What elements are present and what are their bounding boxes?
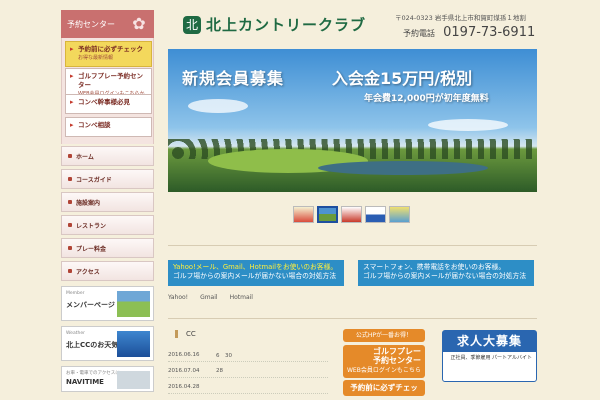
slide-thumbnails <box>293 206 410 223</box>
member-page-banner[interactable]: Member メンバーページ <box>61 286 154 321</box>
divider <box>168 245 537 246</box>
notice-line1: スマートフォン、携帯電話をお使いのお客様。 <box>363 263 506 271</box>
news-date: 2016.07.04 <box>168 367 200 374</box>
news-title: CC <box>175 330 196 338</box>
divider <box>168 318 537 319</box>
address: 〒024-0323 岩手県北上市和賀町煤孫１地割 <box>395 14 526 22</box>
hero-fee: 入会金15万円/税別 <box>332 69 473 88</box>
slide-thumb-3[interactable] <box>341 206 362 223</box>
sidebar-header: 予約センター ✿ <box>61 10 154 38</box>
pc-mail-notice[interactable]: Yahoo!メール、Gmail、Hotmailをお使いのお客様。 ゴルフ場からの… <box>168 260 344 286</box>
menu-item-course-guide[interactable]: コースガイド <box>61 169 154 189</box>
news-item[interactable]: 2016.06.16 6 30 <box>168 348 328 362</box>
golf-banner-title: ゴルフプレー予約センター <box>373 347 421 365</box>
logo-mark-icon: 北 <box>183 15 201 34</box>
weather-icon <box>117 331 150 357</box>
map-thumbnail <box>117 371 150 389</box>
banner-title: 北上CCのお天気 <box>66 341 119 349</box>
reservation-phone: 予約電話 0197-73-6911 <box>403 25 535 40</box>
sidebar-header-label: 予約センター <box>67 19 115 29</box>
recruitment-banner[interactable]: 求人大募集 正社員、季節雇用 パートアルバイト <box>442 330 537 382</box>
navitime-banner[interactable]: お車・電車でのアクセスに NAVITIME <box>61 366 154 392</box>
menu-item-restaurant[interactable]: レストラン <box>61 215 154 235</box>
logo-text: 北上カントリークラブ <box>206 16 367 34</box>
menu-item-facilities[interactable]: 施設案内 <box>61 192 154 212</box>
slide-thumb-4[interactable] <box>365 206 386 223</box>
phone-number: 0197-73-6911 <box>443 25 536 40</box>
banner-sub: Member <box>66 291 85 296</box>
notice-line2: ゴルフ場からの案内メールが届かない場合の対処方法 <box>363 272 527 280</box>
box-sub: お得な最新情報 <box>78 55 114 61</box>
menu-item-home[interactable]: ホーム <box>61 146 154 166</box>
official-hp-banner[interactable]: 公式HPが一番お得！ <box>343 329 425 342</box>
hero-annual: 年会費12,000円が初年度無料 <box>364 94 489 104</box>
phone-label: 予約電話 <box>403 29 435 38</box>
competition-consult-link[interactable]: コンペ相談 <box>65 117 152 137</box>
cloud <box>428 119 508 131</box>
recruitment-sub: 正社員、季節雇用 パートアルバイト <box>450 355 532 361</box>
box-title: ゴルフプレー予約センター <box>78 72 143 89</box>
main-menu: ホーム コースガイド 施設案内 レストラン プレー料金 アクセス <box>61 146 154 284</box>
slide-thumb-5[interactable] <box>389 206 410 223</box>
notice-line2: ゴルフ場からの案内メールが届かない場合の対処方法 <box>173 272 337 280</box>
news-date: 2016.06.16 <box>168 351 200 358</box>
competition-organizer-link[interactable]: コンペ幹事様必見 <box>65 94 152 114</box>
banner-title: メンバーページ <box>66 301 115 309</box>
lake <box>318 161 488 175</box>
banner-sub: Weather <box>66 331 85 336</box>
hero-headline: 新規会員募集 <box>182 69 285 88</box>
notice-line1: Yahoo!メール、Gmail、Hotmailをお使いのお客様。 <box>173 263 338 271</box>
check-before-booking-banner[interactable]: 予約前に必ずチェック！ <box>343 380 425 400</box>
news-text: 28 <box>216 367 223 374</box>
check-before-booking-link[interactable]: 予約前に必ずチェック お得な最新情報 <box>65 41 152 67</box>
news-date: 2016.04.28 <box>168 383 200 390</box>
mobile-mail-notice[interactable]: スマートフォン、携帯電話をお使いのお客様。 ゴルフ場からの案内メールが届かない場… <box>358 260 534 286</box>
box-title: 予約前に必ずチェック <box>78 45 143 53</box>
hero-banner[interactable]: 新規会員募集 入会金15万円/税別 年会費12,000円が初年度無料 <box>168 49 537 192</box>
reservation-panel: 予約前に必ずチェック お得な最新情報 ゴルフプレー予約センター WEB会員ログイ… <box>61 38 154 144</box>
box-title: コンペ相談 <box>78 121 111 129</box>
news-item[interactable]: 2016.04.28 <box>168 380 328 394</box>
cloud <box>188 99 248 113</box>
menu-item-access[interactable]: アクセス <box>61 261 154 281</box>
banner-sub: お車・電車でのアクセスに <box>66 371 120 376</box>
golf-reservation-banner[interactable]: ゴルフプレー予約センター WEB会員ログインもこちら <box>343 345 425 378</box>
news-item[interactable]: 2016.07.04 28 <box>168 364 328 378</box>
box-title: コンペ幹事様必見 <box>78 98 130 106</box>
mail-services: Yahoo! Gmail Hotmail <box>168 294 253 301</box>
golf-banner-sub: WEB会員ログインもこちら <box>347 367 421 374</box>
course-photo <box>117 291 150 317</box>
flower-icon: ✿ <box>132 14 146 33</box>
site-logo[interactable]: 北 北上カントリークラブ <box>183 14 366 35</box>
slide-thumb-2[interactable] <box>317 206 338 223</box>
menu-item-fees[interactable]: プレー料金 <box>61 238 154 258</box>
banner-title: NAVITIME <box>66 378 104 386</box>
slide-thumb-1[interactable] <box>293 206 314 223</box>
weather-banner[interactable]: Weather 北上CCのお天気 <box>61 326 154 361</box>
news-text: 6 30 <box>216 352 232 359</box>
recruitment-title: 求人大募集 <box>443 331 536 352</box>
